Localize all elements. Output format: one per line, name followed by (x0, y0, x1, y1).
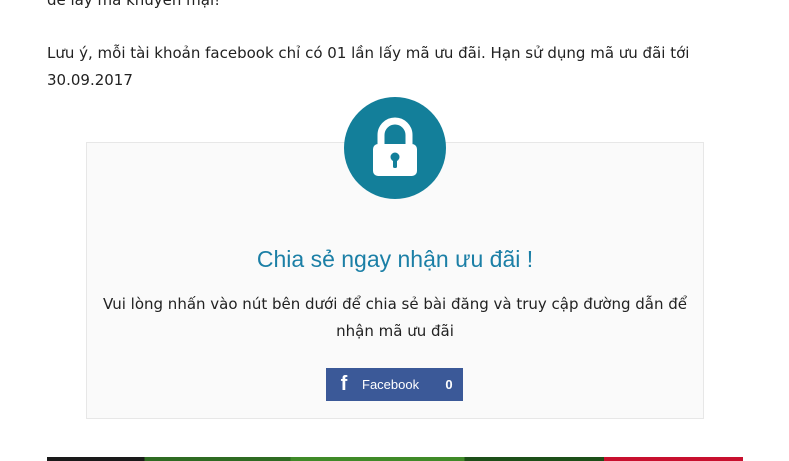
banner-image-edge (47, 457, 743, 461)
article-paragraph-note: Lưu ý, mỗi tài khoản facebook chỉ có 01 … (47, 44, 690, 89)
facebook-share-label: Facebook (362, 377, 420, 392)
article-paragraph-intro: để lấy mã khuyến mại! (47, 0, 221, 9)
locker-title: Chia sẻ ngay nhận ưu đãi ! (256, 246, 534, 272)
share-count: 0 (445, 377, 453, 392)
facebook-share-button[interactable]: f Facebook 0 (326, 368, 463, 401)
locker-message: Vui lòng nhấn vào nút bên dưới để chia s… (102, 295, 688, 340)
lock-badge (344, 97, 446, 199)
facebook-icon: f (340, 373, 348, 395)
lock-icon (373, 117, 417, 176)
